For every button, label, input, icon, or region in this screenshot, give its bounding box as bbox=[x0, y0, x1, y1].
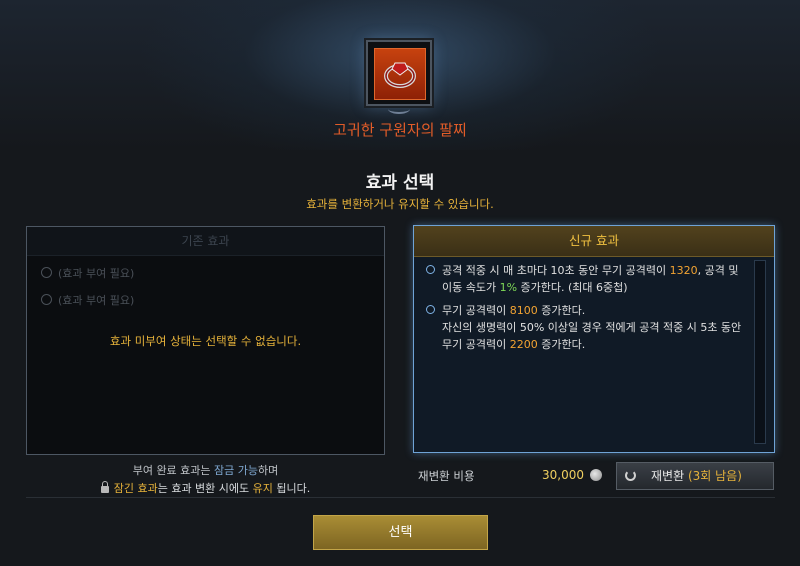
effect-text: 증가한다. bbox=[537, 338, 586, 351]
effect-value: 1320 bbox=[669, 264, 698, 277]
new-effect-panel[interactable]: 신규 효과 공격 적중 시 매 초마다 10초 동안 무기 공격력이 1320,… bbox=[413, 225, 775, 453]
reroll-cost-value: 30,000 bbox=[542, 468, 584, 482]
select-button[interactable]: 선택 bbox=[313, 515, 488, 550]
effect-text: 증가한다. (최대 6중첩) bbox=[517, 281, 628, 294]
existing-effect-slot: (효과 부여 필요) bbox=[41, 292, 134, 308]
refresh-icon bbox=[625, 470, 636, 481]
reroll-label: 재변환 (3회 남음) bbox=[651, 463, 742, 489]
section-title: 효과 선택 bbox=[365, 173, 435, 193]
lock-icon bbox=[100, 481, 109, 493]
existing-effect-title: 기존 효과 bbox=[27, 227, 384, 256]
reroll-button[interactable]: 재변환 (3회 남음) bbox=[616, 462, 774, 490]
divider bbox=[26, 497, 775, 498]
effect-slot-icon bbox=[41, 267, 52, 278]
bracelet-icon bbox=[374, 48, 426, 100]
existing-effect-panel: 기존 효과 (효과 부여 필요) (효과 부여 필요) 효과 미부여 상태는 선… bbox=[26, 226, 385, 455]
reroll-text: 재변환 bbox=[651, 469, 685, 483]
effect-text: 증가한다. bbox=[537, 304, 586, 317]
effect-value: 8100 bbox=[509, 304, 538, 317]
unselectable-message: 효과 미부여 상태는 선택할 수 없습니다. bbox=[109, 334, 302, 348]
note-text: 됩니다. bbox=[276, 482, 311, 495]
effect-bullet-icon bbox=[426, 265, 435, 274]
note-highlight: 잠긴 효과 bbox=[113, 482, 158, 495]
effect-value: 2200 bbox=[509, 338, 538, 351]
lock-note-line2: 잠긴 효과는 효과 변환 시에도 유지 됩니다. bbox=[26, 480, 385, 496]
section-subtitle: 효과를 변환하거나 유지할 수 있습니다. bbox=[306, 197, 494, 211]
placeholder-text: (효과 부여 필요) bbox=[58, 294, 135, 307]
note-highlight: 유지 bbox=[252, 482, 273, 495]
effect-text: 자신의 생명력이 50% 이상일 경우 적에게 공격 적중 시 5초 동안 무기… bbox=[442, 321, 742, 351]
new-effect-list: 공격 적중 시 매 초마다 10초 동안 무기 공격력이 1320, 공격 및 … bbox=[424, 262, 752, 359]
reroll-cost-label: 재변환 비용 bbox=[418, 469, 475, 483]
effect-bullet-icon bbox=[426, 305, 435, 314]
placeholder-text: (효과 부여 필요) bbox=[58, 267, 135, 280]
frame-ornament bbox=[388, 104, 410, 114]
effect-item: 공격 적중 시 매 초마다 10초 동안 무기 공격력이 1320, 공격 및 … bbox=[424, 262, 752, 296]
silver-coin-icon bbox=[590, 469, 602, 481]
note-text: 부여 완료 효과는 bbox=[132, 464, 211, 477]
effect-text: 무기 공격력이 bbox=[442, 304, 510, 317]
effect-value: 1% bbox=[499, 281, 518, 294]
existing-effect-slot: (효과 부여 필요) bbox=[41, 265, 134, 281]
lock-note-line1: 부여 완료 효과는 잠금 가능하며 bbox=[26, 462, 385, 478]
effect-item: 무기 공격력이 8100 증가한다. 자신의 생명력이 50% 이상일 경우 적… bbox=[424, 302, 752, 353]
effect-text: 공격 적중 시 매 초마다 10초 동안 무기 공격력이 bbox=[442, 264, 670, 277]
note-highlight: 잠금 가능 bbox=[214, 464, 259, 477]
note-text: 하며 bbox=[258, 464, 279, 477]
note-text: 는 효과 변환 시에도 bbox=[157, 482, 250, 495]
effect-scrollbar[interactable] bbox=[754, 260, 766, 444]
item-slot bbox=[366, 40, 432, 106]
new-effect-title: 신규 효과 bbox=[414, 226, 774, 257]
item-name: 고귀한 구원자의 팔찌 bbox=[333, 121, 467, 139]
effect-slot-icon bbox=[41, 294, 52, 305]
reroll-remaining: (3회 남음) bbox=[687, 469, 742, 483]
